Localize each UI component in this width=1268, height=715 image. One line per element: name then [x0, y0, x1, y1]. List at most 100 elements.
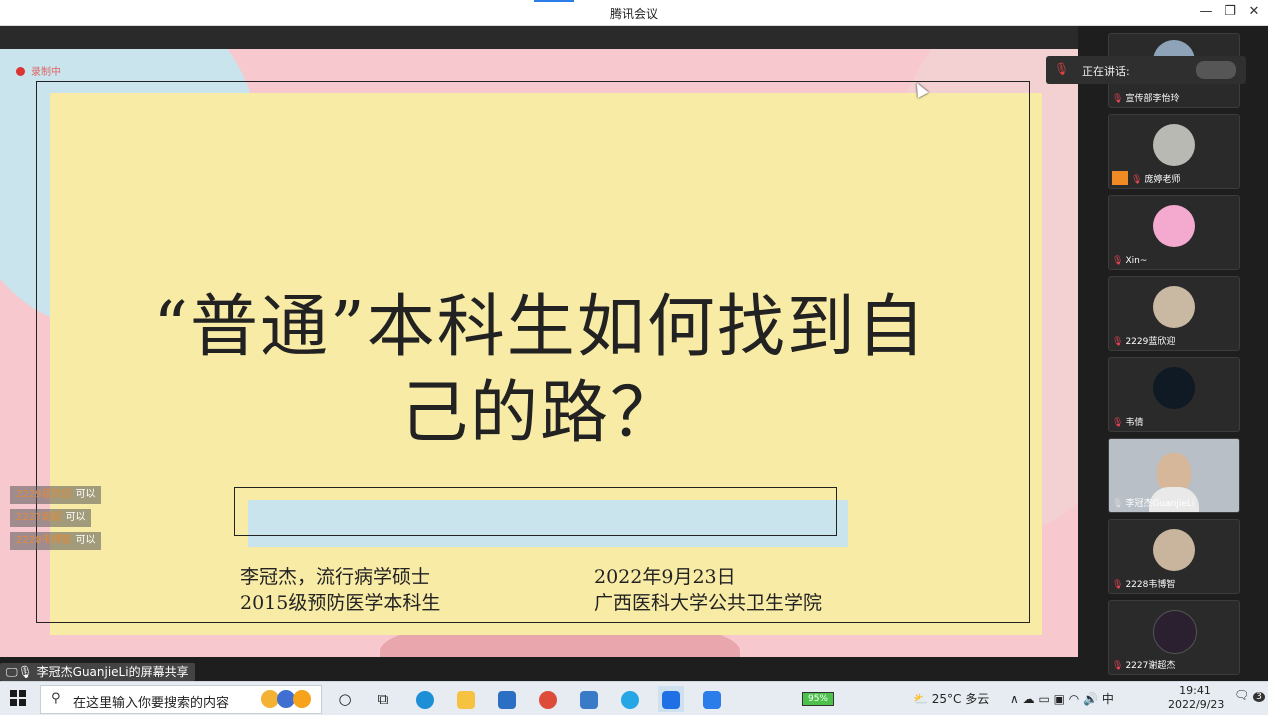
- ime-indicator[interactable]: 中: [1102, 692, 1114, 706]
- participant-name: 🎙 庞婷老师: [1112, 171, 1180, 185]
- restore-button[interactable]: ❐: [1220, 3, 1240, 21]
- meeting-toolbar-area: [0, 26, 1078, 49]
- speaker-avatar: [1196, 61, 1236, 79]
- cortana-icon[interactable]: ○: [332, 686, 358, 712]
- clock-date: 2022/9/23: [1168, 698, 1225, 711]
- avatar: [1153, 124, 1195, 166]
- share-status-bar: 🖵🎙 李冠杰GuanjieLi的屏幕共享: [0, 660, 1078, 681]
- muted-mic-icon: 🎙: [1112, 337, 1124, 347]
- clock-time: 19:41: [1179, 684, 1211, 697]
- participant-tile[interactable]: 🎙 2229蓝欣迎: [1108, 276, 1240, 351]
- record-dot-icon: [16, 67, 25, 76]
- search-placeholder: 在这里输入你要搜索的内容: [73, 696, 230, 711]
- organization: 广西医科大学公共卫生学院: [594, 592, 823, 614]
- avatar: [1153, 610, 1197, 654]
- participant-tile[interactable]: 🎙 2227谢超杰: [1108, 600, 1240, 675]
- avatar: [1153, 529, 1195, 571]
- chrome-icon[interactable]: [535, 686, 561, 712]
- store-icon[interactable]: [494, 686, 520, 712]
- participant-name: 🎙 2229蓝欣迎: [1112, 337, 1176, 347]
- titlebar-accent: [534, 0, 574, 2]
- chat-sender: 2229蓝欣迎: [16, 489, 72, 500]
- tencent-meeting-icon[interactable]: [658, 686, 684, 712]
- minimize-button[interactable]: —: [1196, 3, 1216, 21]
- file-explorer-icon[interactable]: [453, 686, 479, 712]
- chat-bubble: 2228韦博智 可以: [10, 532, 102, 550]
- participant-tile[interactable]: 🎙 Xin~: [1108, 195, 1240, 270]
- headline-line-2: 己的路？: [399, 374, 680, 453]
- participant-name: 🎙 韦倩: [1112, 418, 1144, 428]
- edge-icon[interactable]: [412, 686, 438, 712]
- presenter-line-1: 李冠杰，流行病学硕士: [240, 566, 431, 588]
- host-badge-icon: [1112, 171, 1128, 185]
- slide-subtitle-frame: [234, 487, 837, 536]
- avatar: [1153, 205, 1195, 247]
- battery-indicator[interactable]: 95%: [802, 690, 834, 706]
- muted-mic-icon: 🎙: [1112, 580, 1124, 590]
- taskbar-clock[interactable]: 19:41 2022/9/23: [1168, 684, 1225, 712]
- participant-name: 🎙 2227谢超杰: [1112, 661, 1176, 671]
- chat-text: 可以: [75, 535, 96, 546]
- task-view-icon[interactable]: ⧉: [370, 686, 396, 712]
- avatar: [1153, 367, 1195, 409]
- window-title: 腾讯会议: [609, 7, 658, 21]
- recording-label: 录制中: [31, 67, 61, 78]
- speaking-indicator: 🎙 正在讲话:: [1046, 56, 1246, 84]
- browser-e-icon[interactable]: [617, 686, 643, 712]
- system-tray-icons[interactable]: ∧ ☁ ▭ ▣ ◠ 🔊 中: [1010, 690, 1114, 707]
- chat-bubble: 2227谢超 可以: [10, 509, 92, 527]
- chat-sender: 2228韦博智: [16, 535, 72, 546]
- device-icon[interactable]: ▭: [1038, 692, 1049, 706]
- notification-center[interactable]: 🗨 3: [1234, 688, 1265, 702]
- photos-icon[interactable]: [576, 686, 602, 712]
- chat-text: 可以: [65, 512, 86, 523]
- slide-headline: “普通”本科生如何找到自 己的路？: [90, 285, 990, 457]
- participant-tile[interactable]: 🎙 韦倩: [1108, 357, 1240, 432]
- search-icon: ⚲: [51, 691, 61, 706]
- windows-taskbar: ⚲ 在这里输入你要搜索的内容 ○ ⧉ 95% ⛅ 25°C 多云 ∧ ☁ ▭ ▣…: [0, 681, 1268, 715]
- avatar: [1153, 286, 1195, 328]
- participant-video-tile[interactable]: 🎙 李冠杰GuanjieLi: [1108, 438, 1240, 513]
- weather-widget[interactable]: ⛅ 25°C 多云: [913, 690, 989, 707]
- shared-slide: “普通”本科生如何找到自 己的路？ 李冠杰，流行病学硕士 2015级预防医学本科…: [0, 49, 1078, 657]
- presentation-date: 2022年9月23日: [594, 566, 736, 588]
- recording-indicator[interactable]: 录制中: [16, 63, 61, 78]
- muted-mic-icon: 🎙: [1112, 661, 1124, 671]
- screen-share-text: 李冠杰GuanjieLi的屏幕共享: [36, 665, 189, 679]
- search-highlight-icon: [261, 690, 311, 712]
- network-icon[interactable]: ▣: [1054, 692, 1065, 706]
- mic-icon: 🎙: [1112, 499, 1124, 509]
- partly-cloudy-icon: ⛅: [913, 692, 928, 706]
- cloud-icon[interactable]: ☁: [1023, 692, 1035, 706]
- chat-sender: 2227谢超: [16, 512, 62, 523]
- participant-name: 🎙 李冠杰GuanjieLi: [1112, 499, 1195, 509]
- chevron-up-icon[interactable]: ∧: [1010, 692, 1019, 706]
- muted-mic-icon: 🎙: [1112, 418, 1124, 428]
- participant-name: 🎙 Xin~: [1112, 256, 1148, 266]
- volume-icon[interactable]: 🔊: [1083, 692, 1098, 706]
- notification-count: 3: [1253, 692, 1265, 702]
- weather-text: 25°C 多云: [931, 692, 990, 706]
- taskbar-search[interactable]: ⚲ 在这里输入你要搜索的内容: [40, 685, 322, 714]
- notification-icon: 🗨: [1234, 688, 1250, 702]
- muted-mic-icon: 🎙: [1112, 94, 1124, 104]
- windows-start-icon[interactable]: [10, 690, 26, 706]
- presenter-line-2: 2015级预防医学本科生: [240, 592, 441, 614]
- participant-name: 🎙 2228韦博智: [1112, 580, 1176, 590]
- participant-tile[interactable]: 🎙 庞婷老师: [1108, 114, 1240, 189]
- chat-text: 可以: [75, 489, 96, 500]
- participant-tile[interactable]: 🎙 2228韦博智: [1108, 519, 1240, 594]
- headline-line-1: “普通”本科生如何找到自: [153, 288, 927, 367]
- chat-bubble: 2229蓝欣迎 可以: [10, 486, 102, 504]
- screen-share-label[interactable]: 🖵🎙 李冠杰GuanjieLi的屏幕共享: [0, 663, 195, 681]
- screen-share-icon: 🖵🎙: [6, 665, 33, 679]
- muted-mic-icon: 🎙: [1112, 256, 1124, 266]
- speaker-mic-icon: 🎙: [1054, 62, 1070, 76]
- tablet-app-icon[interactable]: [699, 686, 725, 712]
- wifi-icon[interactable]: ◠: [1069, 692, 1079, 706]
- battery-icon: 95%: [802, 692, 834, 706]
- participant-name: 🎙 宣传部李怡玲: [1112, 94, 1180, 104]
- speaking-label: 正在讲话:: [1082, 65, 1130, 78]
- muted-mic-icon: 🎙: [1131, 175, 1143, 185]
- close-button[interactable]: ✕: [1244, 3, 1264, 21]
